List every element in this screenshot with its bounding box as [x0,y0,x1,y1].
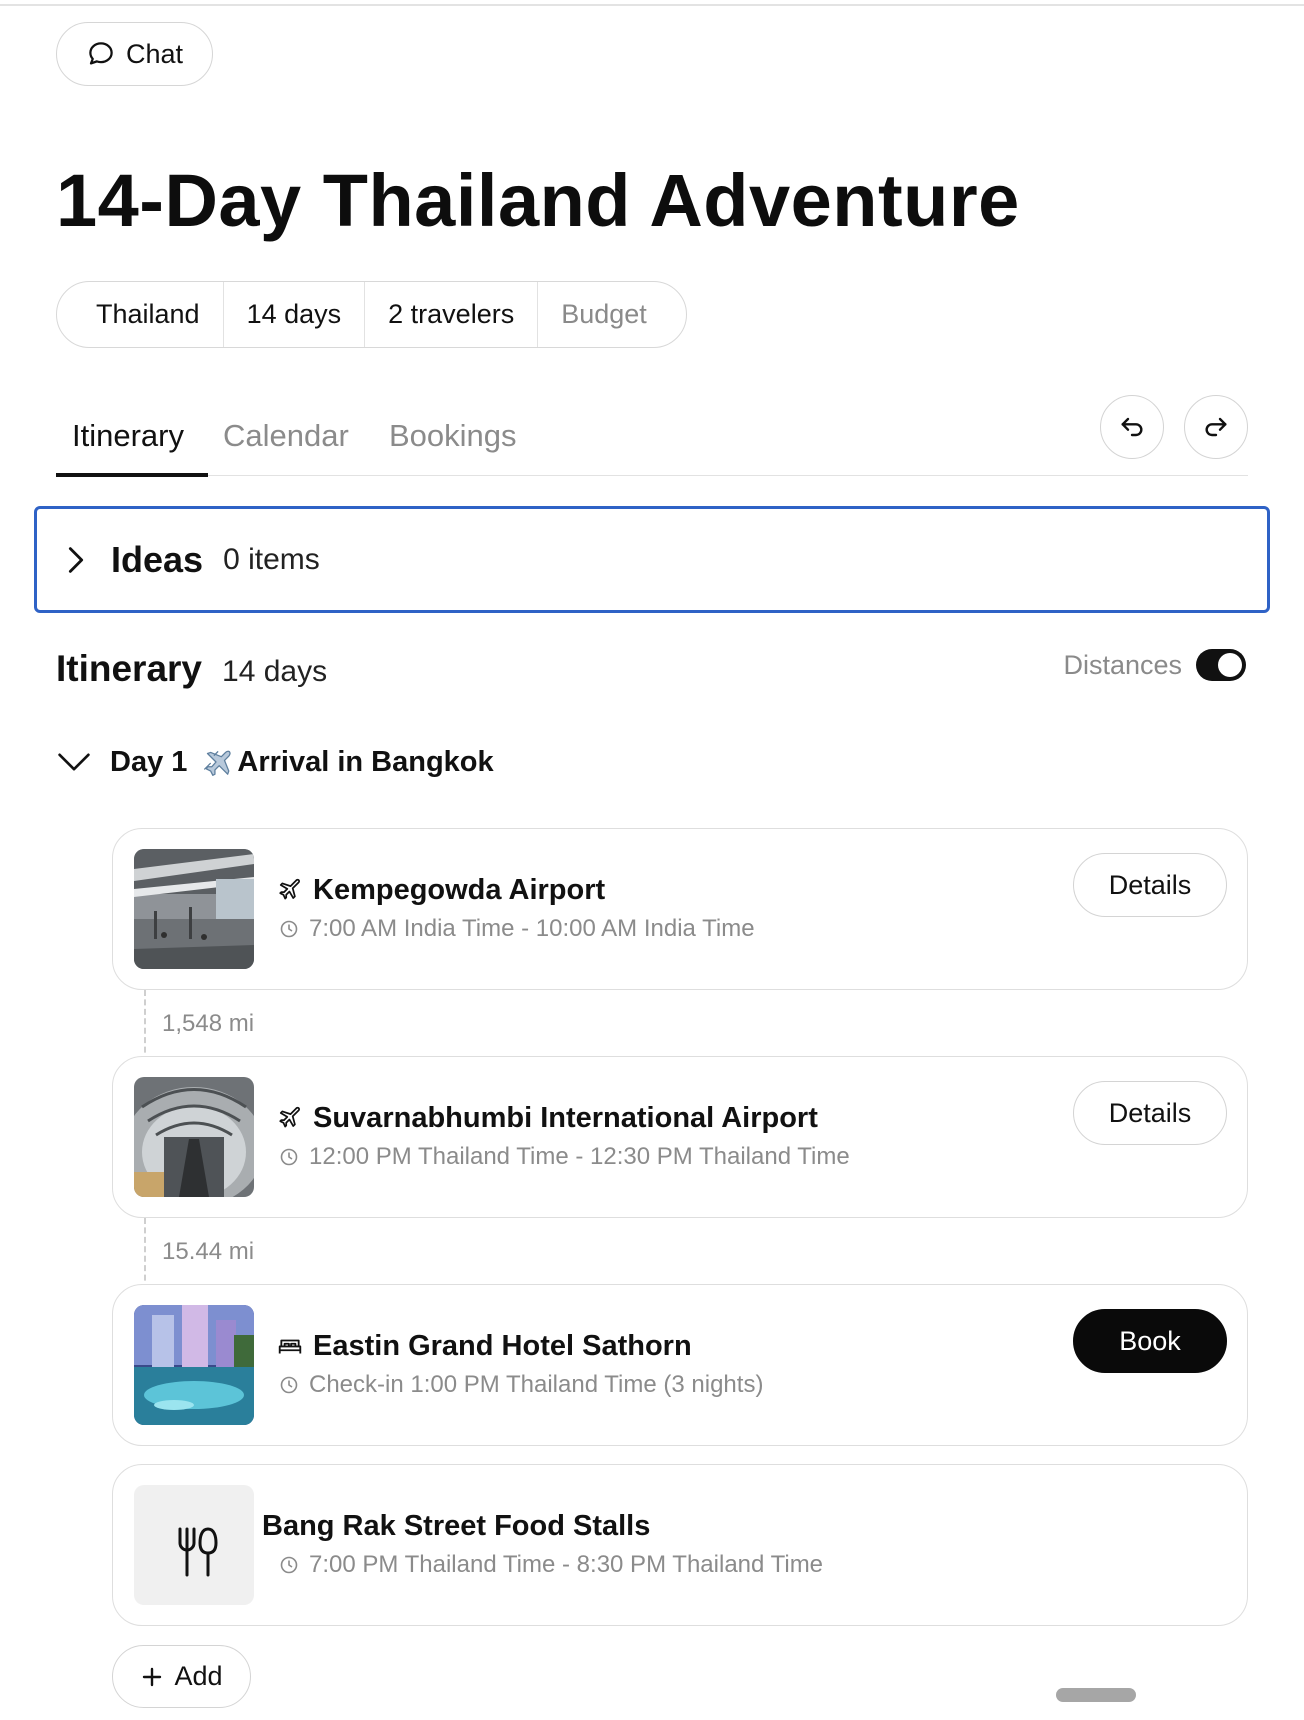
chat-button[interactable]: Chat [56,22,213,86]
drag-handle[interactable] [1056,1688,1136,1702]
toggle-knob [1218,653,1242,677]
ideas-count: 0 items [223,542,320,576]
itinerary-duration: 14 days [222,655,328,688]
ideas-title: Ideas [111,538,204,580]
itinerary-card[interactable]: Eastin Grand Hotel Sathorn Check-in 1:00… [112,1284,1248,1446]
card-time-text: 7:00 AM India Time - 10:00 AM India Time [309,915,755,942]
details-button[interactable]: Details [1073,853,1227,917]
bed-icon [278,1339,302,1353]
distance-label: 1,548 mi [162,1010,255,1037]
meta-duration[interactable]: 14 days [222,282,365,347]
food-placeholder [134,1485,254,1605]
add-button-label: Add [174,1661,223,1691]
card-time: 7:00 PM Thailand Time - 8:30 PM Thailand… [279,1551,823,1579]
distance-label: 15.44 mi [162,1238,255,1265]
active-tab-indicator [56,473,208,477]
itinerary-title: Itinerary [56,648,203,689]
card-title: Bang Rak Street Food Stalls [262,1510,651,1542]
ideas-section-header[interactable]: Ideas 0 items [34,506,1270,613]
card-title: Eastin Grand Hotel Sathorn [313,1330,692,1362]
card-title-row: Kempegowda Airport [277,874,605,907]
plane-icon [279,878,300,899]
undo-icon [1121,417,1143,437]
card-time-text: 7:00 PM Thailand Time - 8:30 PM Thailand… [309,1551,824,1578]
plane-icon [279,1106,300,1127]
itinerary-card[interactable]: Bang Rak Street Food Stalls 7:00 PM Thai… [112,1464,1248,1626]
undo-button[interactable] [1100,395,1164,459]
chat-button-label: Chat [125,38,184,69]
tab-bookings[interactable]: Bookings [389,418,517,454]
redo-button[interactable] [1184,395,1248,459]
book-button[interactable]: Book [1073,1309,1227,1373]
card-time: 12:00 PM Thailand Time - 12:30 PM Thaila… [279,1143,850,1171]
meta-travelers[interactable]: 2 travelers [364,282,537,347]
terminal-photo [134,1077,254,1197]
day-title: Arrival in Bangkok [237,745,494,778]
clock-icon [280,1556,298,1574]
trip-meta-bar: Thailand 14 days 2 travelers Budget [56,281,687,348]
page-title: 14-Day Thailand Adventure [56,159,1020,242]
trip-planner-page: Chat 14-Day Thailand Adventure Thailand … [0,0,1304,1720]
hotel-photo [134,1305,254,1425]
itinerary-card[interactable]: Suvarnabhumbi International Airport 12:0… [112,1056,1248,1218]
distances-label: Distances [1063,649,1182,680]
chevron-down-icon [58,753,90,771]
card-title: Suvarnabhumbi International Airport [313,1102,818,1134]
card-time: Check-in 1:00 PM Thailand Time (3 nights… [279,1371,763,1399]
clock-icon [280,1148,298,1166]
distances-toggle[interactable] [1196,649,1246,681]
card-title-row: Suvarnabhumbi International Airport [277,1102,818,1135]
utensils-icon [178,1527,218,1577]
add-item-button[interactable]: Add [112,1645,251,1708]
plus-icon [143,1667,162,1686]
itinerary-header: Itinerary 14 days [56,648,327,690]
tab-calendar[interactable]: Calendar [223,418,349,454]
meta-budget[interactable]: Budget [537,282,670,347]
day-label: Day 1 [110,745,188,778]
distances-control: Distances [1063,649,1246,681]
clock-icon [280,920,298,938]
card-title-row: Eastin Grand Hotel Sathorn [277,1330,692,1363]
card-time: 7:00 AM India Time - 10:00 AM India Time [279,915,755,943]
distance-connector [144,990,146,1062]
chat-bubble-icon [89,42,113,65]
day-1-header[interactable]: Day 1 Arrival in Bangkok [56,745,494,779]
card-time-text: Check-in 1:00 PM Thailand Time (3 nights… [309,1371,764,1398]
top-divider [0,4,1304,6]
tab-itinerary[interactable]: Itinerary [72,418,184,454]
details-button[interactable]: Details [1073,1081,1227,1145]
chevron-right-icon [68,546,84,573]
airplane-emoji-icon [204,750,232,776]
tab-bar: Itinerary Calendar Bookings [56,410,1248,477]
airport-photo [134,849,254,969]
itinerary-card[interactable]: Kempegowda Airport 7:00 AM India Time - … [112,828,1248,990]
clock-icon [280,1376,298,1394]
redo-icon [1205,417,1227,437]
card-title: Kempegowda Airport [313,874,606,906]
meta-destination[interactable]: Thailand [73,282,223,347]
card-time-text: 12:00 PM Thailand Time - 12:30 PM Thaila… [309,1143,850,1170]
card-title-row: Bang Rak Street Food Stalls [262,1510,650,1543]
distance-connector [144,1218,146,1290]
